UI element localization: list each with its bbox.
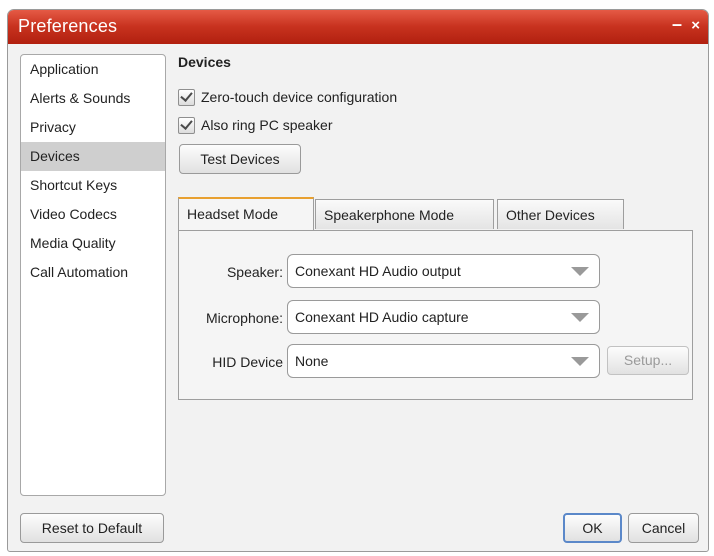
devices-panel: Devices Zero-touch device configuration … [178, 54, 698, 524]
cancel-button[interactable]: Cancel [628, 513, 699, 543]
minimize-icon[interactable]: – [672, 14, 682, 35]
sidebar-item-application[interactable]: Application [21, 55, 165, 84]
category-list: Application Alerts & Sounds Privacy Devi… [20, 54, 166, 496]
ok-button[interactable]: OK [563, 513, 622, 543]
ring-pc-speaker-checkbox[interactable] [178, 116, 195, 134]
reset-to-default-button[interactable]: Reset to Default [20, 513, 164, 543]
hid-device-value: None [295, 353, 329, 369]
title-bar[interactable]: Preferences – × [8, 10, 708, 44]
sidebar-item-alerts-sounds[interactable]: Alerts & Sounds [21, 84, 165, 113]
close-icon[interactable]: × [691, 17, 700, 34]
tab-headset-mode[interactable]: Headset Mode [178, 197, 314, 230]
sidebar-item-privacy[interactable]: Privacy [21, 113, 165, 142]
sidebar-item-media-quality[interactable]: Media Quality [21, 229, 165, 258]
ring-pc-speaker-label: Also ring PC speaker [201, 117, 333, 133]
speaker-value: Conexant HD Audio output [295, 263, 461, 279]
window-title: Preferences [18, 16, 118, 36]
sidebar-item-call-automation[interactable]: Call Automation [21, 258, 165, 287]
tab-other-devices[interactable]: Other Devices [497, 199, 624, 229]
sidebar-item-shortcut-keys[interactable]: Shortcut Keys [21, 171, 165, 200]
test-devices-button[interactable]: Test Devices [179, 144, 301, 174]
hid-device-label: HID Device [212, 354, 283, 370]
chevron-down-icon[interactable] [571, 357, 589, 366]
speaker-select[interactable]: Conexant HD Audio output [287, 254, 600, 288]
chevron-down-icon[interactable] [571, 313, 589, 322]
chevron-down-icon[interactable] [571, 267, 589, 276]
tab-speakerphone-mode[interactable]: Speakerphone Mode [315, 199, 494, 229]
sidebar-item-video-codecs[interactable]: Video Codecs [21, 200, 165, 229]
section-heading: Devices [178, 54, 231, 70]
zero-touch-label: Zero-touch device configuration [201, 89, 398, 105]
hid-device-select[interactable]: None [287, 344, 600, 378]
setup-button[interactable]: Setup... [607, 346, 689, 375]
microphone-label: Microphone: [205, 310, 283, 326]
speaker-label: Speaker: [226, 264, 283, 280]
microphone-select[interactable]: Conexant HD Audio capture [287, 300, 600, 334]
microphone-value: Conexant HD Audio capture [295, 309, 469, 325]
headset-mode-panel: Speaker: Conexant HD Audio output Microp… [178, 230, 693, 400]
ring-pc-speaker-row[interactable]: Also ring PC speaker [178, 115, 333, 135]
sidebar-item-devices[interactable]: Devices [21, 142, 165, 171]
zero-touch-checkbox[interactable] [178, 88, 195, 106]
preferences-window: Preferences – × Application Alerts & Sou… [7, 9, 709, 552]
zero-touch-row[interactable]: Zero-touch device configuration [178, 87, 397, 107]
